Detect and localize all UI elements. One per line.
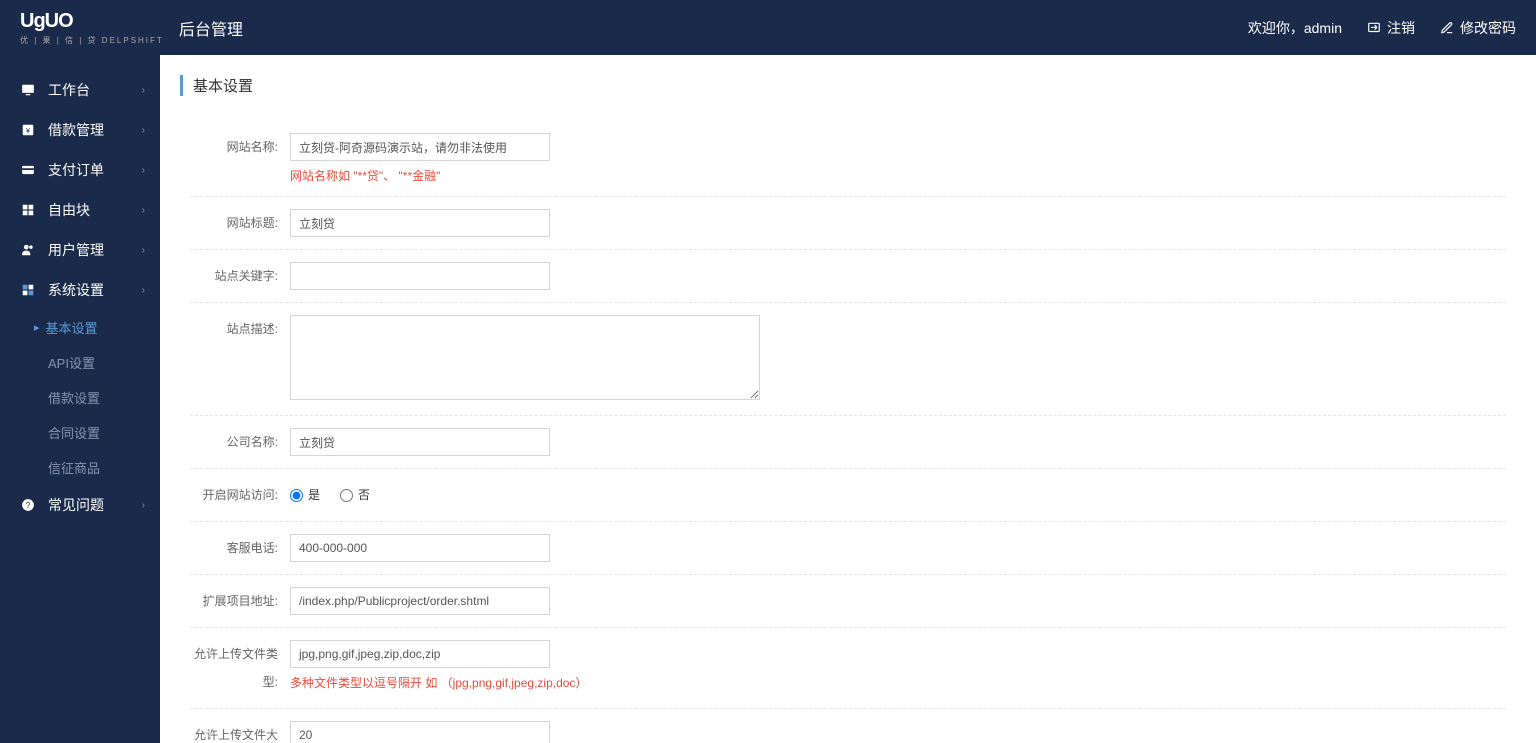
- sidebar-item-dashboard[interactable]: 工作台 ›: [0, 70, 160, 110]
- logo-subtitle: 优 | 果 | 信 | 贷 DELPSHIFT: [20, 35, 164, 46]
- row-enable-access: 开启网站访问: 是 否: [190, 469, 1506, 522]
- welcome-text: 欢迎你，admin: [1248, 18, 1342, 38]
- header-actions: 欢迎你，admin 注销 修改密码: [1248, 18, 1516, 38]
- label-ext-url: 扩展项目地址:: [190, 587, 290, 615]
- input-upload-types[interactable]: [290, 640, 550, 668]
- sub-nav: 基本设置 API设置 借款设置 合同设置 信征商品: [0, 310, 160, 485]
- input-upload-size[interactable]: [290, 721, 550, 743]
- radio-yes[interactable]: [290, 489, 303, 502]
- input-site-title[interactable]: [290, 209, 550, 237]
- input-company[interactable]: [290, 428, 550, 456]
- sidebar-item-label: 支付订单: [48, 160, 104, 180]
- sub-item-basic[interactable]: 基本设置: [48, 310, 160, 345]
- grid-icon: [20, 202, 36, 218]
- hint-site-name: 网站名称如 "**贷"、 "**金融": [290, 167, 890, 184]
- sidebar-item-settings[interactable]: 系统设置 ›: [0, 270, 160, 310]
- edit-icon: [1440, 21, 1454, 35]
- sub-item-loan[interactable]: 借款设置: [48, 380, 160, 415]
- label-company: 公司名称:: [190, 428, 290, 456]
- chevron-right-icon: ›: [142, 85, 145, 96]
- label-hotline: 客服电话:: [190, 534, 290, 562]
- logout-icon: [1367, 21, 1381, 35]
- label-keywords: 站点关键字:: [190, 262, 290, 290]
- settings-icon: [20, 282, 36, 298]
- input-hotline[interactable]: [290, 534, 550, 562]
- radio-no[interactable]: [340, 489, 353, 502]
- sidebar-item-label: 自由块: [48, 200, 90, 220]
- chevron-right-icon: ›: [142, 245, 145, 256]
- row-description: 站点描述:: [190, 303, 1506, 416]
- logout-link[interactable]: 注销: [1367, 18, 1415, 38]
- radio-no-label[interactable]: 否: [340, 481, 370, 509]
- row-upload-size: 允许上传文件大小: 单位 （MB）: [190, 709, 1506, 743]
- input-site-name[interactable]: [290, 133, 550, 161]
- sidebar-item-label: 常见问题: [48, 495, 104, 515]
- sidebar-item-loan[interactable]: ¥ 借款管理 ›: [0, 110, 160, 150]
- svg-text:?: ?: [26, 501, 31, 510]
- sidebar-item-label: 系统设置: [48, 280, 104, 300]
- card-icon: [20, 162, 36, 178]
- sidebar-item-label: 工作台: [48, 80, 90, 100]
- row-hotline: 客服电话:: [190, 522, 1506, 575]
- sub-item-api[interactable]: API设置: [48, 345, 160, 380]
- sub-item-contract[interactable]: 合同设置: [48, 415, 160, 450]
- sub-item-credit[interactable]: 信征商品: [48, 450, 160, 485]
- label-description: 站点描述:: [190, 315, 290, 343]
- logo-text: UgUO: [20, 10, 164, 33]
- label-upload-types: 允许上传文件类型:: [190, 640, 290, 696]
- row-ext-url: 扩展项目地址:: [190, 575, 1506, 628]
- radio-yes-label[interactable]: 是: [290, 481, 320, 509]
- row-site-title: 网站标题:: [190, 197, 1506, 250]
- input-keywords[interactable]: [290, 262, 550, 290]
- sidebar-item-faq[interactable]: ? 常见问题 ›: [0, 485, 160, 525]
- desktop-icon: [20, 82, 36, 98]
- sidebar-item-users[interactable]: 用户管理 ›: [0, 230, 160, 270]
- chevron-right-icon: ›: [142, 205, 145, 216]
- input-ext-url[interactable]: [290, 587, 550, 615]
- row-company: 公司名称:: [190, 416, 1506, 469]
- row-upload-types: 允许上传文件类型: 多种文件类型以逗号隔开 如 （jpg,png,gif,jpe…: [190, 628, 1506, 709]
- textarea-description[interactable]: [290, 315, 760, 400]
- chevron-right-icon: ›: [142, 285, 145, 296]
- user-icon: [20, 242, 36, 258]
- chevron-right-icon: ›: [142, 165, 145, 176]
- row-keywords: 站点关键字:: [190, 250, 1506, 303]
- logo-area: UgUO 优 | 果 | 信 | 贷 DELPSHIFT 后台管理: [20, 10, 243, 46]
- sidebar: 工作台 › ¥ 借款管理 › 支付订单 › 自由块 › 用户管理 › 系统设置 …: [0, 55, 160, 743]
- row-site-name: 网站名称: 网站名称如 "**贷"、 "**金融": [190, 121, 1506, 197]
- chevron-right-icon: ›: [142, 500, 145, 511]
- hint-upload-types: 多种文件类型以逗号隔开 如 （jpg,png,gif,jpeg,zip,doc）: [290, 674, 890, 691]
- label-site-name: 网站名称:: [190, 133, 290, 161]
- change-password-link[interactable]: 修改密码: [1440, 18, 1516, 38]
- sidebar-item-freeblock[interactable]: 自由块 ›: [0, 190, 160, 230]
- svg-text:¥: ¥: [26, 128, 30, 135]
- sidebar-item-label: 用户管理: [48, 240, 104, 260]
- help-icon: ?: [20, 497, 36, 513]
- header: UgUO 优 | 果 | 信 | 贷 DELPSHIFT 后台管理 欢迎你，ad…: [0, 0, 1536, 55]
- label-site-title: 网站标题:: [190, 209, 290, 237]
- page-title: 基本设置: [180, 75, 1506, 96]
- loan-icon: ¥: [20, 122, 36, 138]
- app-title: 后台管理: [179, 16, 243, 40]
- sidebar-item-label: 借款管理: [48, 120, 104, 140]
- chevron-right-icon: ›: [142, 125, 145, 136]
- sidebar-item-payment[interactable]: 支付订单 ›: [0, 150, 160, 190]
- label-upload-size: 允许上传文件大小:: [190, 721, 290, 743]
- main-content: 基本设置 网站名称: 网站名称如 "**贷"、 "**金融" 网站标题: 站点关…: [160, 55, 1536, 743]
- label-enable-access: 开启网站访问:: [190, 481, 290, 509]
